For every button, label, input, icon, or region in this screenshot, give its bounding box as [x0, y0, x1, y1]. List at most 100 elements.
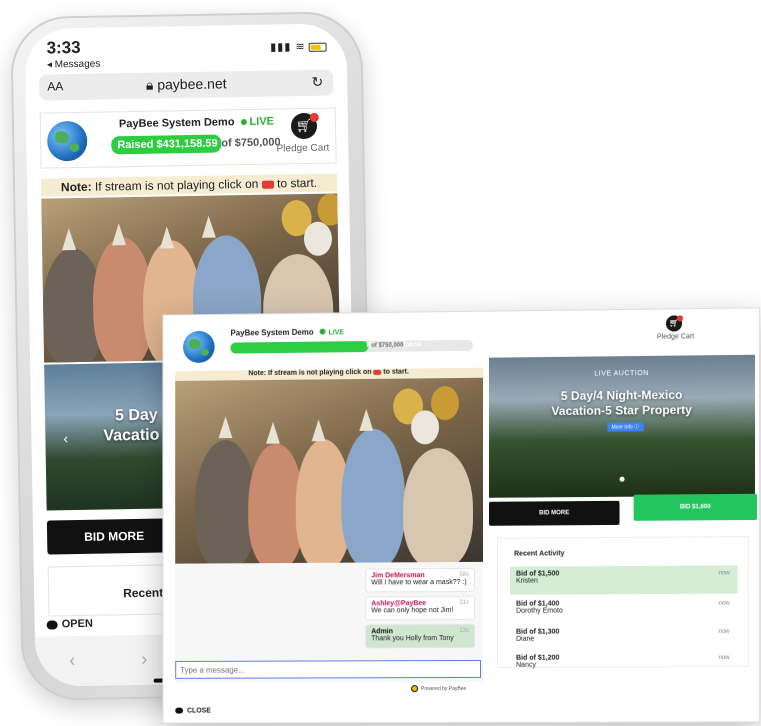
note-suffix: to start. [276, 175, 318, 191]
stream-note: Note: If stream is not playing click on … [40, 173, 338, 197]
chat-time: 58s [459, 571, 469, 578]
auction-title-line1: 5 Day [114, 406, 158, 425]
desktop-screen: PayBee System Demo LIVE Raised $431,158.5… [162, 307, 761, 724]
wifi-icon: ≋ [295, 40, 306, 54]
party-hat [359, 408, 374, 431]
live-auction-label: LIVE AUCTION [594, 369, 649, 378]
chat-text: We can only hope not Jim! [371, 607, 454, 615]
chat-bubble-icon [175, 707, 184, 714]
recent-activity-panel: Recent Activity Bid of $1,500 Kristen no… [497, 536, 749, 669]
auction-title-line2: Vacatio [103, 426, 160, 445]
auction-item-image[interactable]: LIVE AUCTION 5 Day/4 Night-Mexico Vacati… [489, 354, 755, 498]
powered-by: Powered by PayBee [411, 685, 467, 693]
bid-time: now [718, 655, 730, 662]
close-label: CLOSE [187, 707, 211, 715]
chat-text: Will I have to wear a mask?? :) [371, 578, 467, 587]
party-hat [311, 419, 326, 442]
url-value: paybee.net [157, 75, 227, 93]
live-badge: LIVE [249, 115, 275, 128]
paybee-logo-icon [411, 685, 419, 693]
back-label: Messages [54, 58, 101, 71]
live-dot-icon [319, 328, 326, 336]
powered-by-text: Powered by PayBee [421, 685, 467, 692]
youtube-play-icon[interactable] [261, 180, 274, 189]
chat-bubble-icon [46, 619, 58, 630]
auction-title-line2: Vacation-5 Star Property [551, 402, 692, 419]
status-icons: ▮▮▮ ≋ [270, 40, 327, 54]
note-text: If stream is not playing click on [268, 368, 372, 378]
party-hat [266, 421, 280, 444]
pledge-cart-label[interactable]: Pledge Cart [276, 143, 329, 155]
carousel-dot[interactable] [619, 476, 625, 482]
bidder-name: Kristen [516, 577, 538, 585]
bidder-name: Diane [516, 635, 535, 643]
party-hat [218, 416, 233, 439]
address-bar[interactable]: AA 🔒︎ paybee.net ↻ [39, 69, 334, 101]
chat-message-input[interactable] [175, 659, 481, 679]
person-5 [403, 447, 473, 564]
more-info-label: More Info [611, 424, 633, 431]
browser-back-icon[interactable]: ‹ [69, 650, 75, 671]
bidder-name: Nancy [516, 661, 536, 669]
battery-icon [308, 42, 327, 52]
bid-more-button[interactable]: BID MORE [46, 518, 182, 555]
party-hat [159, 226, 175, 249]
info-icon: ⓘ [634, 424, 640, 431]
lock-icon: 🔒︎ [145, 76, 154, 93]
globe-logo-icon [183, 330, 215, 364]
prev-arrow-icon[interactable]: ‹ [63, 430, 68, 446]
chat-time: 13s [459, 627, 469, 634]
bid-more-button[interactable]: BID MORE [489, 500, 620, 526]
event-title-text: PayBee System Demo [230, 327, 314, 338]
person-1 [194, 439, 257, 564]
note-text: If stream is not playing click on [94, 176, 259, 194]
place-bid-button[interactable]: BID $1,600 [633, 493, 758, 521]
party-hat [61, 228, 77, 251]
balloon-gold-2 [317, 193, 341, 226]
chat-message: Jim DeMersman Will I have to wear a mask… [365, 567, 475, 593]
chat-message: Ashley@PayBee We can only hope not Jim! … [365, 595, 475, 621]
chat-open-toggle[interactable]: OPEN [46, 617, 93, 631]
url-text: 🔒︎ paybee.net [39, 73, 333, 95]
open-label: OPEN [61, 617, 93, 631]
bid-time: now [718, 628, 730, 635]
event-title-text: PayBee System Demo [118, 116, 235, 131]
chat-close-toggle[interactable]: CLOSE [175, 708, 211, 715]
activity-row: Bid of $1,500 Kristen now [510, 565, 738, 595]
video-stream[interactable] [175, 377, 483, 564]
browser-forward-icon[interactable]: › [141, 649, 147, 670]
pledge-cart-label[interactable]: Pledge Cart [657, 333, 694, 340]
cart-badge [309, 112, 319, 122]
bid-time: now [718, 600, 730, 607]
goal-amount: of $750,000 [371, 342, 404, 349]
chat-time: 31s [459, 599, 469, 606]
note-prefix: Note: [248, 370, 267, 378]
more-info-button[interactable]: More Info ⓘ [607, 422, 644, 432]
person-4 [341, 428, 406, 564]
activity-row: Bid of $1,400 Dorothy Emoto now [510, 596, 738, 625]
recent-activity-title: Recent Activity [514, 550, 565, 558]
note-suffix: to start. [383, 368, 409, 376]
event-title: PayBee System Demo LIVE [230, 327, 344, 338]
youtube-play-icon[interactable] [373, 369, 382, 375]
party-hat [111, 223, 127, 246]
balloon-gold-2 [431, 386, 459, 421]
balloon-white [303, 221, 333, 257]
chat-message-admin: Admin Thank you Holly from Tony 13s [365, 623, 475, 649]
event-title: PayBee System Demo LIVE [119, 116, 274, 131]
goal-amount: of $750,000 [221, 136, 281, 150]
auction-title: 5 Day/4 Night-Mexico Vacation-5 Star Pro… [489, 387, 755, 420]
reload-icon[interactable]: ↻ [311, 74, 323, 91]
bid-time: now [718, 570, 730, 577]
bidder-name: Dorothy Emoto [516, 607, 563, 615]
party-hat [201, 215, 216, 238]
activity-row: Bid of $1,200 Nancy now [510, 650, 738, 669]
note-prefix: Note: [60, 179, 92, 195]
status-bar: 3:33 ◂ Messages ▮▮▮ ≋ [24, 23, 347, 75]
cart-badge [677, 315, 684, 322]
activity-row: Bid of $1,300 Diane now [510, 624, 738, 653]
chat-text: Thank you Holly from Tony [371, 635, 454, 643]
raised-amount: Raised $431,158.59 [111, 134, 222, 155]
event-header: PayBee System Demo LIVE Raised $431,158.5… [39, 107, 337, 169]
globe-logo-icon [46, 120, 88, 162]
